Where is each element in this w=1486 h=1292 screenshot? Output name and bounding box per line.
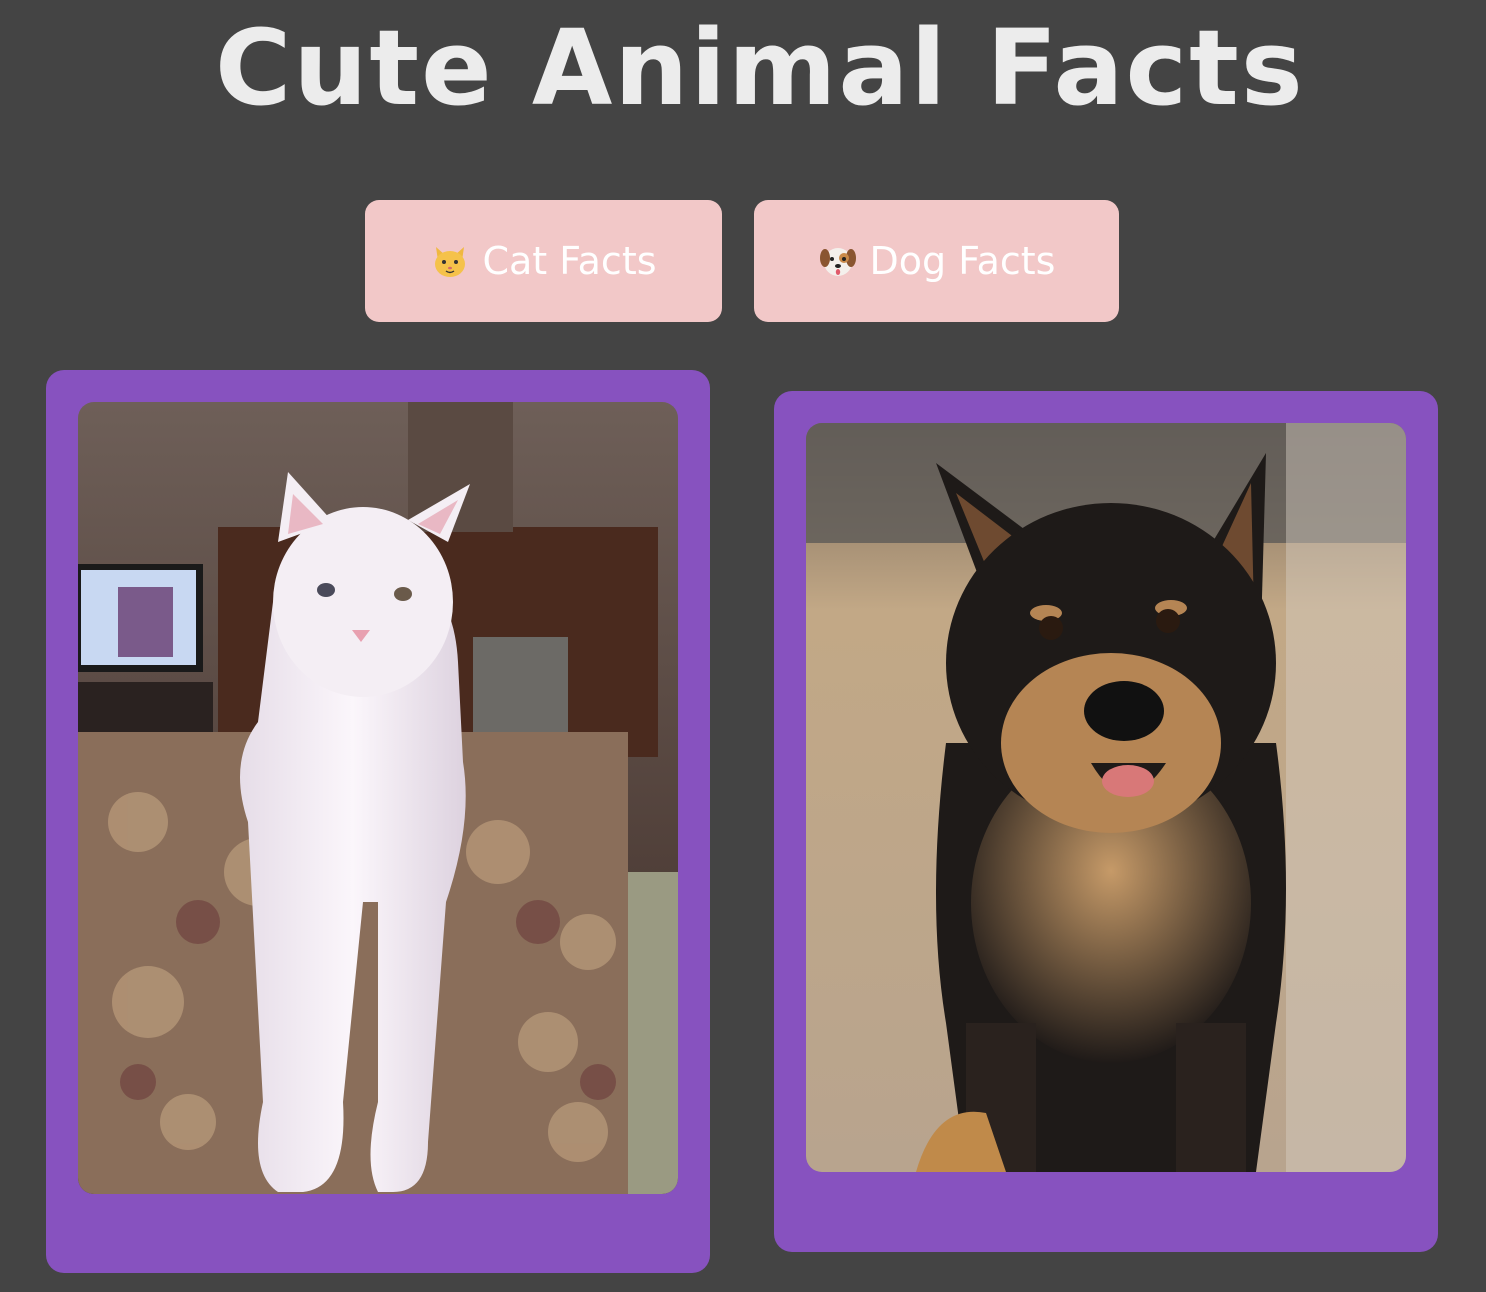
- cat-face-icon: [435, 247, 466, 277]
- white-cat-photo: [78, 402, 678, 1194]
- black-tan-dog-photo: [806, 423, 1406, 1172]
- dog-facts-button[interactable]: Dog Facts: [754, 200, 1119, 322]
- cat-card: [46, 370, 710, 1273]
- dog-face-icon: [819, 248, 856, 276]
- dog-card: [774, 391, 1438, 1252]
- page-title: Cute Animal Facts: [215, 7, 1305, 129]
- dog-facts-label: Dog Facts: [869, 239, 1056, 283]
- cat-facts-button[interactable]: Cat Facts: [365, 200, 722, 322]
- cat-facts-label: Cat Facts: [482, 239, 657, 283]
